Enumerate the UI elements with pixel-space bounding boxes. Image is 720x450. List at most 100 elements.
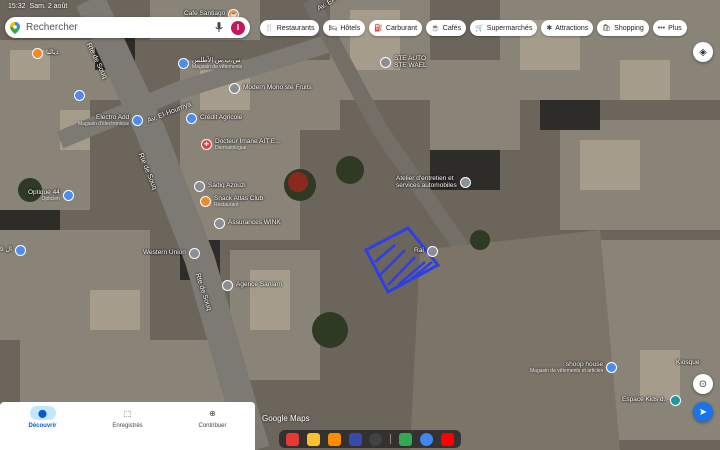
pin-icon: ⬤ bbox=[29, 406, 56, 420]
nav-label: Découvrir bbox=[28, 423, 57, 429]
chip-shopping[interactable]: 🛍 Shopping bbox=[597, 20, 649, 36]
app-red-icon[interactable] bbox=[285, 432, 299, 446]
pin-icon bbox=[188, 248, 200, 259]
poi-esta[interactable]: Espace Kids d.. bbox=[622, 395, 682, 406]
poi-docteur[interactable]: ✚ Docteur Imane AIT E... Dermatologue bbox=[201, 138, 281, 151]
coffee-icon: ☕ bbox=[431, 25, 440, 32]
plus-circle-icon: ⊕ bbox=[209, 408, 216, 418]
chip-label: Carburant bbox=[385, 24, 418, 32]
navigate-arrow-icon: ➤ bbox=[698, 406, 708, 418]
restaurant-pin-icon bbox=[200, 196, 211, 208]
poi-ste-auto[interactable]: STE AUTO STE WAEL bbox=[380, 55, 427, 69]
chip-hotels[interactable]: 🛏 Hôtels bbox=[323, 20, 366, 36]
poi-snack[interactable]: Snack Atlas Club Restaurant bbox=[200, 195, 263, 208]
pin-icon bbox=[670, 395, 682, 406]
category-chips: 🍴 Restaurants 🛏 Hôtels ⛽ Carburant ☕ Caf… bbox=[260, 20, 687, 36]
poi-left-edge[interactable]: 9 ال bbox=[0, 245, 26, 256]
app-dock bbox=[279, 430, 461, 448]
chip-label: Restaurants bbox=[276, 24, 315, 32]
poi-assurances[interactable]: Assurances WINK bbox=[214, 218, 281, 229]
crosshair-icon: ⊙ bbox=[698, 378, 708, 390]
bookmark-icon: ⬚ bbox=[123, 408, 132, 418]
satellite-imagery bbox=[0, 0, 720, 450]
car-service-pin-icon bbox=[459, 177, 471, 188]
search-input[interactable]: Rechercher bbox=[26, 22, 215, 33]
pin-icon bbox=[427, 246, 439, 257]
layers-icon: ◈ bbox=[699, 46, 707, 58]
chip-label: Plus bbox=[668, 24, 682, 32]
chip-plus[interactable]: ••• Plus bbox=[652, 20, 687, 36]
pin-icon bbox=[380, 57, 391, 68]
status-date: Sam. 2 août bbox=[29, 3, 68, 10]
app-files-icon[interactable] bbox=[306, 432, 320, 446]
chip-label: Cafés bbox=[442, 24, 462, 32]
pin-icon bbox=[194, 181, 205, 192]
search-bar[interactable]: Rechercher I bbox=[5, 17, 250, 38]
chip-label: Hôtels bbox=[340, 24, 361, 32]
poi-modern-mono[interactable]: Modern Mono ste Fruits bbox=[229, 83, 312, 94]
poi-credit-agricole[interactable]: Crédit Agricole bbox=[186, 113, 242, 124]
app-maps-icon[interactable] bbox=[399, 432, 413, 446]
poi-optique[interactable]: Optique 44 Opticien bbox=[28, 189, 74, 202]
pin-icon bbox=[32, 48, 43, 59]
poi-electro-add[interactable]: Electro Add Magasin d'électronique bbox=[78, 114, 144, 127]
poi-rai[interactable]: Raï bbox=[414, 246, 439, 257]
app-chrome-icon[interactable] bbox=[420, 432, 434, 446]
app-orange-icon[interactable] bbox=[327, 432, 341, 446]
medical-pin-icon: ✚ bbox=[201, 139, 212, 151]
shopping-pin-icon bbox=[606, 362, 618, 374]
poi-sbs-atlas[interactable]: س.ب.س الأطلس Magasin de vêtements bbox=[178, 57, 242, 70]
poi-kiosque[interactable]: Kiosque bbox=[676, 359, 700, 367]
nav-contribuer[interactable]: ⊕ Contribuer bbox=[183, 406, 243, 450]
app-browser-icon[interactable] bbox=[348, 432, 362, 446]
poi-atelier[interactable]: Atelier d'entretien et services automobi… bbox=[396, 175, 471, 189]
chip-carburant[interactable]: ⛽ Carburant bbox=[369, 20, 423, 36]
pin-icon bbox=[222, 280, 233, 291]
directions-button[interactable]: ➤ bbox=[693, 402, 713, 422]
nav-enregistres[interactable]: ⬚ Enregistrés bbox=[98, 406, 158, 450]
pin-icon bbox=[74, 90, 85, 101]
chip-attractions[interactable]: ✱ Attractions bbox=[541, 20, 594, 36]
microphone-icon[interactable] bbox=[215, 22, 223, 33]
satellite-map[interactable]: Av. El-Hourriya Av. El-Hourr Rte de Souq… bbox=[0, 0, 720, 450]
google-maps-watermark: Google Maps bbox=[262, 414, 310, 423]
poi-top-left[interactable]: ديالنا bbox=[32, 48, 59, 59]
nav-label: Contribuer bbox=[198, 423, 227, 429]
shopping-pin-icon bbox=[62, 190, 74, 202]
more-icon: ••• bbox=[657, 24, 666, 32]
attraction-icon: ✱ bbox=[546, 25, 553, 32]
fork-knife-icon: 🍴 bbox=[265, 25, 274, 32]
poi-left-marker[interactable] bbox=[74, 90, 85, 101]
status-time: 15:32 bbox=[8, 3, 26, 10]
shopping-pin-icon bbox=[178, 58, 189, 70]
layers-button[interactable]: ◈ bbox=[693, 42, 713, 62]
bank-pin-icon bbox=[186, 113, 197, 124]
poi-sadiq[interactable]: Sadiq Azouzi bbox=[194, 181, 246, 192]
pin-icon bbox=[229, 83, 240, 94]
chip-restaurants[interactable]: 🍴 Restaurants bbox=[260, 20, 320, 36]
shopping-pin-icon bbox=[132, 115, 144, 127]
fuel-icon: ⛽ bbox=[374, 25, 383, 32]
app-youtube-icon[interactable] bbox=[440, 432, 454, 446]
poi-shoop[interactable]: shoop house Magasin de vêtements et arti… bbox=[530, 361, 618, 374]
poi-western[interactable]: Western Union bbox=[143, 248, 200, 259]
chip-label: Supermarchés bbox=[486, 24, 533, 32]
nav-label: Enregistrés bbox=[112, 423, 143, 429]
account-avatar[interactable]: I bbox=[231, 20, 245, 35]
bottom-navigation: ⬤ Découvrir ⬚ Enregistrés ⊕ Contribuer bbox=[0, 402, 255, 450]
cart-icon: 🛒 bbox=[475, 25, 484, 32]
chip-cafes[interactable]: ☕ Cafés bbox=[426, 20, 467, 36]
poi-agence[interactable]: Agence Sanlam bbox=[222, 280, 282, 291]
pin-icon bbox=[14, 245, 26, 256]
google-maps-logo-icon bbox=[10, 21, 20, 34]
app-camera-icon[interactable] bbox=[369, 432, 383, 446]
status-bar: 15:32 Sam. 2 août bbox=[8, 3, 67, 10]
chip-label: Shopping bbox=[614, 24, 644, 32]
bag-icon: 🛍 bbox=[602, 25, 612, 32]
my-location-button[interactable]: ⊙ bbox=[693, 374, 713, 394]
chip-label: Attractions bbox=[555, 24, 589, 32]
bed-icon: 🛏 bbox=[328, 25, 338, 32]
chip-supermarches[interactable]: 🛒 Supermarchés bbox=[470, 20, 538, 36]
nav-decouvrir[interactable]: ⬤ Découvrir bbox=[13, 406, 73, 450]
pin-icon bbox=[214, 218, 225, 229]
